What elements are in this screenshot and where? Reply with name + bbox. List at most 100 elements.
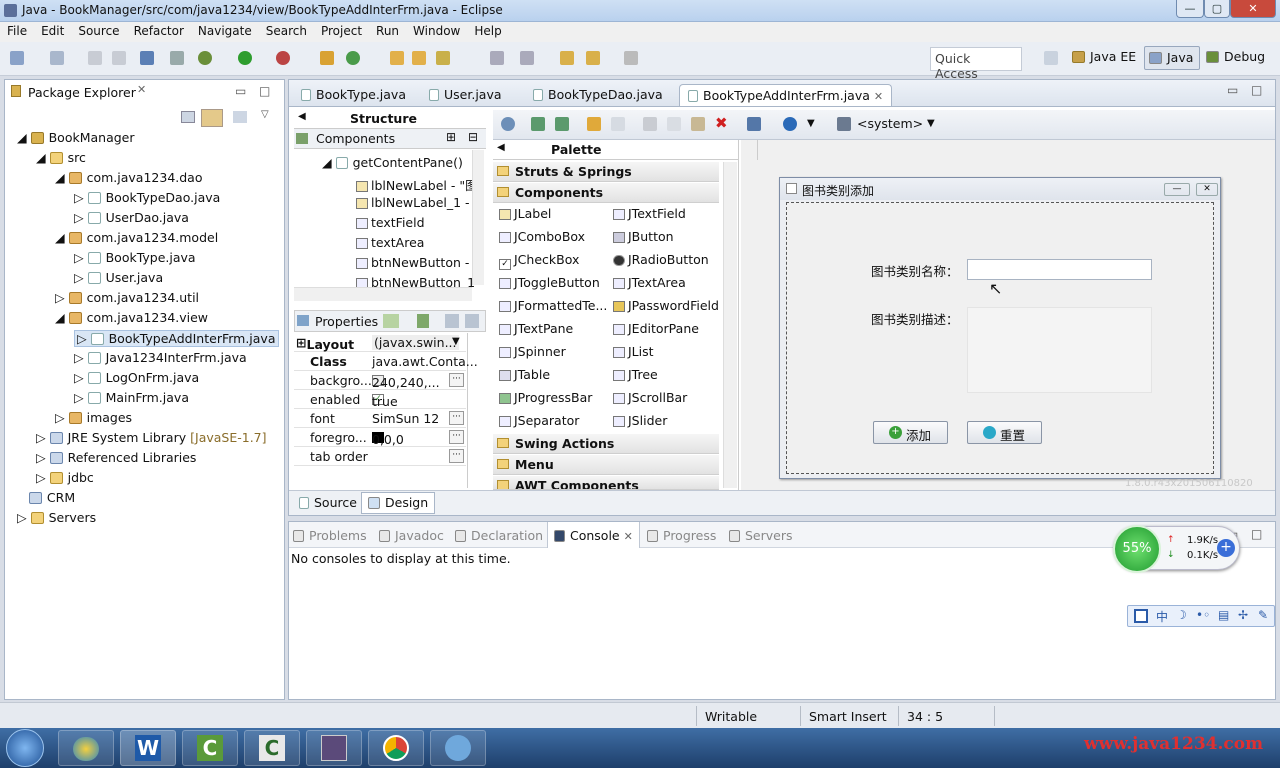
tree-item[interactable]: btnNewButton -	[356, 255, 469, 270]
tree-item[interactable]: ▷ UserDao.java	[74, 210, 189, 225]
tree-item[interactable]: ▷ User.java	[74, 270, 163, 285]
palette-jeditorpane[interactable]: JEditorPane	[613, 321, 699, 336]
marquee-icon[interactable]	[555, 117, 569, 131]
last-edit-icon[interactable]	[560, 51, 574, 65]
new-java-project-icon[interactable]	[320, 51, 334, 65]
property-row[interactable]: ⊞ Layout (javax.swin... ▼	[294, 333, 466, 352]
tree-item[interactable]: lblNewLabel - "图	[356, 175, 478, 194]
cut-icon[interactable]	[643, 117, 657, 131]
save-icon[interactable]	[88, 51, 102, 65]
back-icon[interactable]	[586, 51, 600, 65]
menu-edit[interactable]: Edit	[34, 22, 71, 38]
tree-item[interactable]: ◢ BookManager	[17, 130, 135, 145]
palette-category-components[interactable]: Components	[493, 183, 719, 203]
collapse-all-icon[interactable]: ⊟	[468, 130, 478, 144]
preferences-icon[interactable]	[747, 117, 761, 131]
palette-jspinner[interactable]: JSpinner	[499, 344, 566, 359]
prev-annotation-icon[interactable]	[520, 51, 534, 65]
menu-refactor[interactable]: Refactor	[127, 22, 191, 38]
property-row[interactable]: foregro... 0,0,0 ···	[294, 428, 466, 447]
tree-item[interactable]: ◢ src	[36, 150, 86, 165]
ime-punctuation-icon[interactable]: •◦	[1196, 608, 1210, 622]
tab-servers[interactable]: Servers	[729, 528, 793, 543]
frame-close-icon[interactable]: ✕	[1196, 183, 1218, 196]
open-perspective-icon[interactable]	[1044, 51, 1058, 65]
look-and-feel-select[interactable]: <system>	[857, 116, 923, 131]
taskbar-app-4[interactable]: C	[244, 730, 300, 766]
minimize-button[interactable]: —	[1176, 0, 1204, 18]
taskbar-app-3[interactable]: C	[182, 730, 238, 766]
palette-jformattedtextfield[interactable]: JFormattedTe...	[499, 298, 607, 313]
palette-jseparator[interactable]: JSeparator	[499, 413, 579, 428]
menu-navigate[interactable]: Navigate	[191, 22, 259, 38]
tree-item[interactable]: ▷ Java1234InterFrm.java	[74, 350, 247, 365]
palette-jtogglebutton[interactable]: JToggleButton	[499, 275, 600, 290]
run-icon[interactable]	[238, 51, 252, 65]
tree-item[interactable]: CRM	[17, 490, 75, 505]
paste-icon[interactable]	[691, 117, 705, 131]
palette-jcombobox[interactable]: JComboBox	[499, 229, 585, 244]
taskbar-app-2[interactable]: W	[120, 730, 176, 766]
tree-item[interactable]: ▷ Referenced Libraries	[36, 450, 196, 465]
tree-item[interactable]: ▷ BookType.java	[74, 250, 196, 265]
console-icon[interactable]	[140, 51, 154, 65]
palette-jlabel[interactable]: JLabel	[499, 206, 551, 221]
palette-category-awt[interactable]: AWT Components	[493, 476, 719, 490]
palette-jtree[interactable]: JTree	[613, 367, 658, 382]
tab-booktype[interactable]: BookType.java	[293, 84, 414, 106]
tree-item[interactable]: ▷ Servers	[17, 510, 96, 525]
ime-tools-icon[interactable]: ✢	[1238, 608, 1248, 622]
link-editor-icon[interactable]	[201, 109, 223, 127]
category-name-field[interactable]	[967, 259, 1152, 280]
palette-category-struts[interactable]: Struts & Springs	[493, 162, 719, 182]
tab-console[interactable]: Console ✕	[547, 522, 640, 548]
copy-icon[interactable]	[667, 117, 681, 131]
palette-category-menu[interactable]: Menu	[493, 455, 719, 475]
property-row[interactable]: backgro... 240,240,... ···	[294, 371, 466, 390]
design-tab[interactable]: Design	[361, 492, 436, 514]
palette-jprogressbar[interactable]: JProgressBar	[499, 390, 592, 405]
external-tools-icon[interactable]	[276, 51, 290, 65]
palette-jtextpane[interactable]: JTextPane	[499, 321, 573, 336]
ime-logo-icon[interactable]	[1134, 609, 1148, 623]
tree-item[interactable]: ▷ images	[55, 410, 132, 425]
horizontal-scrollbar[interactable]	[294, 287, 472, 301]
tree-item[interactable]: ▷ com.java1234.util	[55, 290, 199, 305]
palette-jpasswordfield[interactable]: JPasswordField	[613, 298, 719, 313]
new-icon[interactable]	[10, 51, 24, 65]
perspective-java-ee[interactable]: Java EE	[1072, 49, 1136, 64]
maximize-view-icon[interactable]: □	[259, 84, 270, 98]
property-row[interactable]: tab order ···	[294, 447, 466, 466]
reset-button[interactable]: 重置	[967, 421, 1042, 444]
close-tab-icon[interactable]: ✕	[137, 83, 146, 96]
ime-settings-icon[interactable]: ✎	[1258, 608, 1268, 622]
dropdown-chevron-icon[interactable]: ▼	[807, 118, 815, 129]
forward-icon[interactable]	[624, 51, 638, 65]
start-button[interactable]	[6, 729, 44, 767]
category-desc-textarea[interactable]	[967, 307, 1152, 393]
perspective-java[interactable]: Java	[1144, 46, 1200, 70]
palette-jtextarea[interactable]: JTextArea	[613, 275, 686, 290]
perspective-debug[interactable]: Debug	[1206, 49, 1265, 64]
vertical-scrollbar[interactable]	[472, 150, 484, 285]
select-icon[interactable]	[531, 117, 545, 131]
debug-icon[interactable]	[198, 51, 212, 65]
palette-jscrollbar[interactable]: JScrollBar	[613, 390, 687, 405]
tree-item[interactable]: ◢ com.java1234.model	[55, 230, 218, 245]
palette-category-swing-actions[interactable]: Swing Actions	[493, 434, 719, 454]
view-menu-icon[interactable]	[233, 111, 247, 123]
restore-default-icon[interactable]	[465, 314, 479, 328]
maximize-editor-icon[interactable]: □	[1251, 83, 1262, 97]
maximize-view-icon[interactable]: □	[1251, 527, 1262, 541]
palette-jbutton[interactable]: JButton	[613, 229, 674, 244]
collapse-arrow-icon[interactable]: ◀	[298, 111, 306, 122]
quick-access-input[interactable]: Quick Access	[930, 47, 1022, 81]
property-row[interactable]: enabled ✓ true	[294, 390, 466, 409]
look-and-feel-icon[interactable]	[837, 117, 851, 131]
menu-search[interactable]: Search	[259, 22, 314, 38]
tree-item[interactable]: ▷ jdbc	[36, 470, 94, 485]
redo-icon[interactable]	[611, 117, 625, 131]
save-all-icon[interactable]	[112, 51, 126, 65]
taskbar-app-1[interactable]	[58, 730, 114, 766]
menu-run[interactable]: Run	[369, 22, 406, 38]
